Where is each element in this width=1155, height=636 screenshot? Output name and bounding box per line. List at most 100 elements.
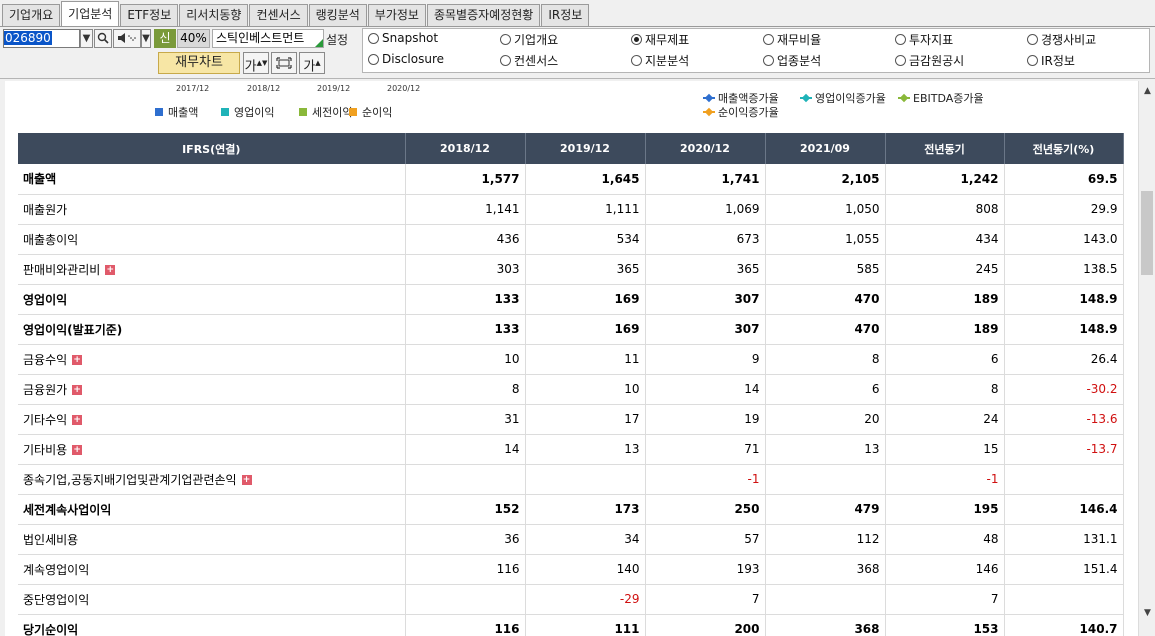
radio-dot-icon [631,55,642,66]
table-row: 계속영업이익 116 140 193 368 146 151.4 [18,554,1124,585]
scroll-up-icon[interactable]: ▲ [1139,83,1155,100]
expand-plus-icon[interactable]: + [72,445,83,455]
tab-6[interactable]: 부가정보 [367,4,426,26]
table-row: 금융원가 +8 10 14 6 8 -30.2 [18,374,1124,405]
stock-code-input[interactable]: 026890 [3,29,80,48]
speaker-dropdown-button[interactable]: ▼ [141,29,151,48]
table-cell: 20 [765,404,886,435]
legend-item: 영업이익 [221,104,274,120]
ratio-field[interactable]: 40% [177,29,210,48]
settings-link[interactable]: 설정 [326,31,348,48]
legend-line-marker-icon [703,94,715,102]
expand-plus-icon[interactable]: + [72,415,83,425]
expand-plus-icon[interactable]: + [105,265,116,275]
chart-year-label: 2020/12 [387,84,421,93]
table-cell: 133 [405,314,526,345]
expand-plus-icon[interactable]: + [72,355,83,365]
table-row: 판매비와관리비 +303 365 365 585 245 138.5 [18,254,1124,285]
radio-option-9[interactable]: 업종분석 [763,52,821,69]
column-header[interactable]: 2018/12 [405,133,526,164]
column-header[interactable]: 2019/12 [525,133,646,164]
financial-chart-button[interactable]: 재무차트 [158,52,240,74]
font-size-button[interactable]: 가▲▼ [243,52,269,74]
tab-2[interactable]: ETF정보 [120,4,179,26]
radio-option-11[interactable]: IR정보 [1027,52,1075,69]
table-cell: 57 [645,524,766,555]
table-cell: 8 [765,344,886,375]
table-header-row: IFRS(연결) 2018/12 2019/12 2020/12 2021/09 전년동기… [18,133,1124,164]
tab-0[interactable]: 기업개요 [2,4,61,26]
table-cell: -30.2 [1004,374,1124,405]
row-label: 매출총이익 [18,224,406,255]
table-cell: 10 [405,344,526,375]
legend-rate-item: 순이익증가율 [703,104,779,120]
radio-option-1[interactable]: 기업개요 [500,31,558,48]
radio-option-5[interactable]: 경쟁사비교 [1027,31,1096,48]
radio-option-0[interactable]: Snapshot [368,31,438,45]
code-dropdown-button[interactable]: ▼ [80,29,93,48]
table-cell: 1,055 [765,224,886,255]
font-style-label: 가 [303,59,316,75]
speaker-icon [118,33,136,43]
legend-swatch-icon [221,108,229,116]
column-header[interactable]: 전년동기(%) [1004,133,1124,164]
table-cell: 31 [405,404,526,435]
radio-label: 재무비율 [777,33,822,47]
column-header[interactable]: 2021/09 [765,133,886,164]
column-header[interactable]: IFRS(연결) [18,133,406,164]
table-cell: 146 [885,554,1005,585]
radio-dot-icon [1027,55,1038,66]
table-row: 매출총이익 436 534 673 1,055 434 143.0 [18,224,1124,255]
radio-option-8[interactable]: 지분분석 [631,52,689,69]
expand-icon [276,57,292,69]
column-header[interactable]: 2020/12 [645,133,766,164]
table-cell: 169 [525,314,646,345]
radio-option-2[interactable]: 재무제표 [631,31,689,48]
radio-dot-icon [368,32,379,44]
row-label-text: 종속기업,공동지배기업및관계기업관련손익 [23,472,237,487]
row-label: 매출원가 [18,194,406,225]
radio-option-4[interactable]: 투자지표 [895,31,953,48]
table-cell: 8 [405,374,526,405]
table-row: 법인세비용 36 34 57 112 48 131.1 [18,524,1124,555]
table-cell: 138.5 [1004,254,1124,285]
radio-label: 금감원공시 [909,54,965,68]
tab-5[interactable]: 랭킹분석 [308,4,367,26]
tab-7[interactable]: 종목별증자예정현황 [426,4,541,26]
company-name-field[interactable]: 스틱인베스트먼트 [212,29,324,48]
search-button[interactable] [94,29,112,48]
table-cell: 1,242 [885,164,1005,195]
radio-option-10[interactable]: 금감원공시 [895,52,964,69]
radio-label: IR정보 [1041,54,1075,68]
tab-3[interactable]: 리서치동향 [179,4,249,26]
radio-option-6[interactable]: Disclosure [368,52,444,66]
column-header[interactable]: 전년동기 [885,133,1005,164]
scroll-thumb[interactable] [1141,191,1153,275]
row-label: 판매비와관리비 + [18,254,406,285]
table-cell: 34 [525,524,646,555]
radio-label: 경쟁사비교 [1041,33,1097,47]
font-style-button[interactable]: 가▲ [299,52,325,74]
radio-option-3[interactable]: 재무비율 [763,31,821,48]
legend-swatch-icon [299,108,307,116]
speaker-button[interactable] [113,29,141,48]
tab-8[interactable]: IR정보 [541,4,590,26]
tab-1[interactable]: 기업분석 [61,1,120,26]
radio-option-7[interactable]: 컨센서스 [500,52,558,69]
tab-4[interactable]: 컨센서스 [249,4,308,26]
table-cell: 146.4 [1004,494,1124,525]
main-tab-bar: 기업개요 기업분석 ETF정보 리서치동향 컨센서스 랭킹분석 부가정보 종목별증자예정현황 I… [0,0,1155,27]
expand-plus-icon[interactable]: + [241,475,252,485]
expand-view-button[interactable] [271,52,297,74]
table-cell: 1,577 [405,164,526,195]
vertical-scrollbar[interactable]: ▲ ▼ [1138,81,1155,636]
expand-plus-icon[interactable]: + [72,385,83,395]
scroll-down-icon[interactable]: ▼ [1139,605,1155,622]
table-cell: 140.7 [1004,614,1124,636]
table-cell: 14 [645,374,766,405]
table-cell: 1,141 [405,194,526,225]
table-cell: 307 [645,284,766,315]
legend-label: 영업이익 [234,106,275,119]
table-row: 영업이익(발표기준) 133 169 307 470 189 148.9 [18,314,1124,345]
table-cell: 7 [885,584,1005,615]
